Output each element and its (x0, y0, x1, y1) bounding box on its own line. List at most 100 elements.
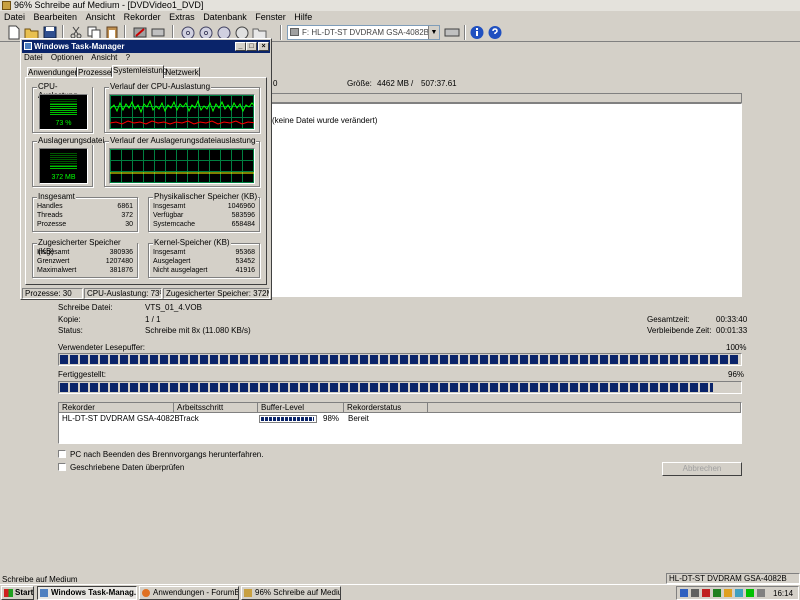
tray-drive-icon[interactable] (691, 589, 699, 597)
status-bar: Schreibe auf Medium HL-DT-ST DVDRAM GSA-… (0, 573, 800, 584)
tray-network-icon[interactable] (680, 589, 688, 597)
cpu-usage-meter: 73 % (39, 94, 88, 130)
task-label-browser: Anwendungen - ForumB... (153, 588, 239, 597)
tab-anwendungen[interactable]: Anwendungen (27, 67, 79, 77)
info-icon[interactable] (469, 25, 485, 40)
task-manager-title: Windows Task-Manager (34, 42, 125, 51)
shutdown-label: PC nach Beenden des Brennvorgangs herunt… (70, 450, 264, 459)
done-progress-fill (60, 383, 713, 392)
column-header-recorder[interactable]: Rekorder (59, 403, 174, 413)
app-icon (2, 1, 11, 10)
tray-monitor-icon[interactable] (713, 589, 721, 597)
menu-ansicht[interactable]: Ansicht (83, 11, 119, 23)
cpu-history-graph (109, 94, 255, 130)
status-bar-right: HL-DT-ST DVDRAM GSA-4082B (666, 573, 800, 584)
task-manager-window[interactable]: Windows Task-Manager _ □ × Datei Optione… (20, 38, 272, 300)
task-button-burner[interactable]: 96% Schreibe auf Mediu... (241, 586, 341, 600)
menu-extras[interactable]: Extras (166, 11, 198, 23)
status-commit: Zugesicherter Speicher: 372M (163, 288, 270, 299)
pagefile-meter-fill (50, 166, 77, 170)
physical-memory-title: Physikalischer Speicher (KB) (153, 192, 259, 201)
task-manager-title-bar[interactable]: Windows Task-Manager _ □ × (22, 40, 270, 53)
column-header-step[interactable]: Arbeitsschritt (174, 403, 258, 413)
taskbar: Start Windows Task-Manag... Anwendungen … (0, 584, 800, 600)
window-title-bar[interactable]: 96% Schreibe auf Medium - [DVDVideo1_DVD… (0, 0, 800, 11)
file-value: VTS_01_4.VOB (145, 303, 202, 312)
table-row-status: Bereit (348, 414, 369, 423)
tm-menu-datei[interactable]: Datei (24, 53, 43, 62)
cancel-button[interactable]: Abbrechen (662, 462, 742, 476)
tab-systemleistung[interactable]: Systemleistung (112, 65, 167, 78)
drive-icon-button[interactable] (444, 25, 460, 40)
cpu-meter-fill (50, 104, 77, 116)
cpu-history-group: Verlauf der CPU-Auslastung (104, 82, 260, 133)
clock[interactable]: 16:14 (773, 588, 793, 599)
task-button-taskmanager[interactable]: Windows Task-Manag... (37, 586, 137, 600)
pagefile-history-label: Verlauf der Auslagerungsdateiauslastung (109, 136, 257, 145)
recorder-table[interactable]: Rekorder Arbeitsschritt Buffer-Level Rek… (58, 402, 742, 444)
minimize-icon[interactable]: _ (235, 42, 246, 51)
pagefile-label: Auslagerungsdatei (37, 136, 106, 145)
table-row-buffer-percent: 98% (323, 414, 340, 423)
menu-fenster[interactable]: Fenster (252, 11, 289, 23)
tray-volume-icon[interactable] (735, 589, 743, 597)
tm-menu-optionen[interactable]: Optionen (51, 53, 83, 62)
menu-rekorder[interactable]: Rekorder (121, 11, 164, 23)
stat-row-physical-total: Insgesamt 1046960 (153, 203, 255, 210)
window-title: 96% Schreibe auf Medium - [DVDVideo1_DVD… (14, 0, 204, 10)
pagefile-group: Auslagerungsdatei 372 MB (32, 136, 106, 187)
maximize-icon[interactable]: □ (246, 42, 257, 51)
column-header-status[interactable]: Rekorderstatus (344, 403, 428, 413)
menu-hilfe[interactable]: Hilfe (291, 11, 315, 23)
start-button[interactable]: Start (1, 586, 34, 600)
start-label: Start (15, 588, 34, 597)
size-time: 507:37.61 (421, 79, 457, 88)
windows-logo-icon (4, 589, 13, 597)
done-progress-bar (58, 381, 742, 394)
stat-row-processes: Prozesse 30 (37, 221, 133, 228)
tray-cpu-meter-icon[interactable] (746, 589, 754, 597)
chevron-down-icon[interactable]: ▼ (428, 26, 439, 39)
taskmanager-icon (40, 589, 48, 597)
kernel-memory-title: Kernel-Speicher (KB) (153, 238, 231, 247)
cpu-history-line (110, 99, 254, 125)
help-icon[interactable] (487, 25, 503, 40)
shutdown-checkbox[interactable] (58, 450, 66, 458)
pagefile-value: 372 MB (51, 174, 76, 181)
task-manager-menu: Datei Optionen Ansicht ? (24, 53, 136, 62)
stat-row-commit-total: Insgesamt 380936 (37, 249, 133, 256)
tm-menu-help[interactable]: ? (126, 53, 130, 62)
pagefile-history-group: Verlauf der Auslagerungsdateiauslastung (104, 136, 260, 187)
commit-charge-group: Zugesicherter Speicher (KB) Insgesamt 380… (32, 238, 138, 278)
menu-bearbeiten[interactable]: Bearbeiten (31, 11, 81, 23)
info-left-value: 0 (273, 79, 278, 88)
column-header-empty (428, 403, 741, 413)
stat-row-threads: Threads 372 (37, 212, 133, 219)
verify-checkbox[interactable] (58, 463, 66, 471)
totals-title: Insgesamt (37, 192, 76, 201)
close-icon[interactable]: × (258, 42, 269, 51)
stat-row-physical-available: Verfügbar 583596 (153, 212, 255, 219)
stat-row-kernel-paged: Ausgelagert 53452 (153, 258, 255, 265)
table-row-step: Track (179, 414, 199, 423)
stat-row-handles: Handles 6861 (37, 203, 133, 210)
size-value: 4462 MB (377, 79, 410, 88)
tm-menu-ansicht[interactable]: Ansicht (91, 53, 117, 62)
drive-select[interactable]: F: HL-DT-ST DVDRAM GSA-4082B ▼ (287, 25, 440, 40)
column-header-buffer[interactable]: Buffer-Level (258, 403, 344, 413)
tray-antivirus-icon[interactable] (702, 589, 710, 597)
cpu-usage-group: CPU-Auslastung 73 % (32, 82, 93, 133)
menu-datei[interactable]: Datei (0, 11, 28, 23)
tab-prozesse[interactable]: Prozesse (77, 67, 112, 77)
buffer-percent: 100% (726, 343, 747, 352)
table-row-recorder[interactable]: HL-DT-ST DVDRAM GSA-4082B (59, 413, 180, 425)
size-separator: / (411, 79, 414, 88)
menu-datenbank[interactable]: Datenbank (200, 11, 250, 23)
tray-app-icon[interactable] (724, 589, 732, 597)
task-button-browser[interactable]: Anwendungen - ForumB... (139, 586, 239, 600)
buffer-progress-bar (58, 353, 742, 366)
menu-bar: Datei Bearbeiten Ansicht Rekorder Extras… (0, 11, 800, 23)
task-label-burner: 96% Schreibe auf Mediu... (255, 588, 341, 597)
tab-netzwerk[interactable]: Netzwerk (164, 67, 200, 77)
tray-misc-icon[interactable] (757, 589, 765, 597)
